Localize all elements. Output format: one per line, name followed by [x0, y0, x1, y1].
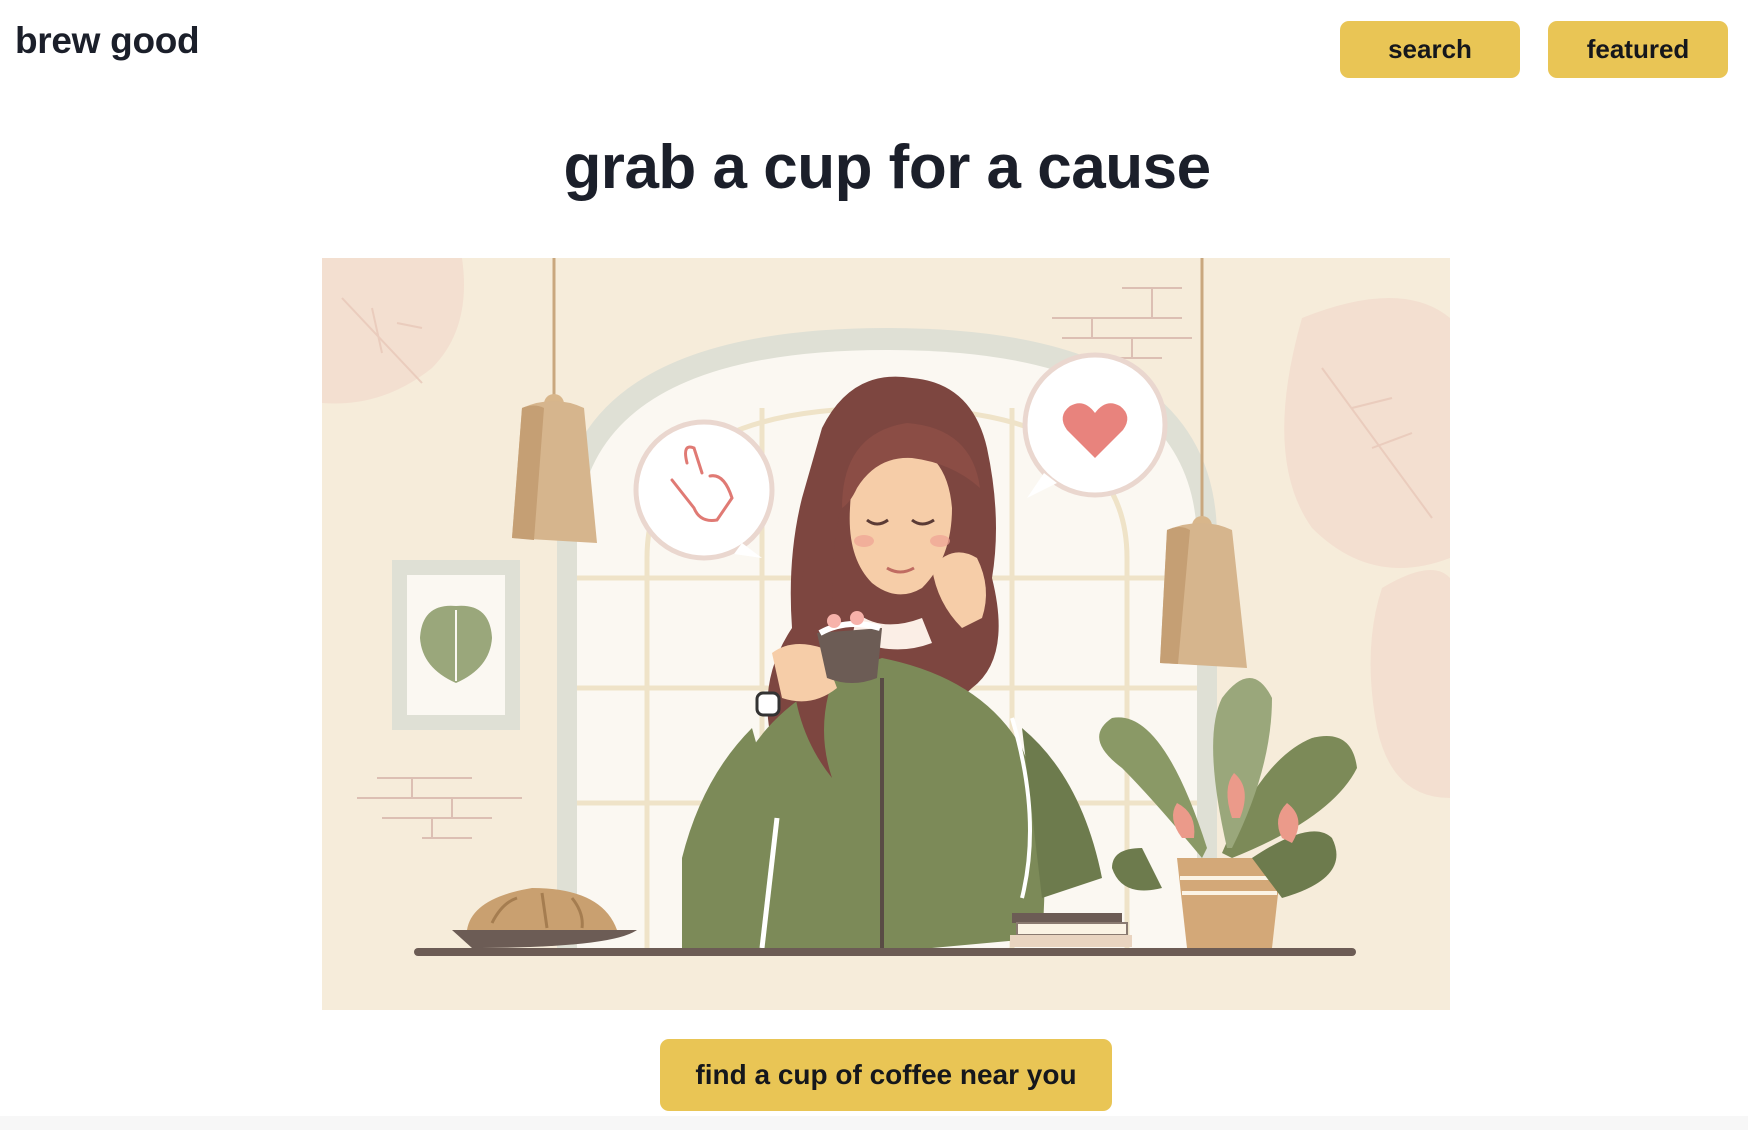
- page-bottom-edge: [0, 1116, 1748, 1130]
- find-coffee-button[interactable]: find a cup of coffee near you: [660, 1039, 1112, 1111]
- finger-heart-bubble-icon: [633, 419, 775, 561]
- woman-drinking-coffee-illustration: [322, 258, 1450, 1010]
- featured-button[interactable]: featured: [1548, 21, 1728, 78]
- heart-bubble-icon: [1022, 352, 1168, 498]
- search-button[interactable]: search: [1340, 21, 1520, 78]
- framed-leaf-picture-icon: [392, 560, 520, 730]
- page-title: grab a cup for a cause: [563, 133, 1211, 202]
- books-icon: [1010, 913, 1132, 947]
- brand-logo-text[interactable]: brew good: [15, 20, 200, 62]
